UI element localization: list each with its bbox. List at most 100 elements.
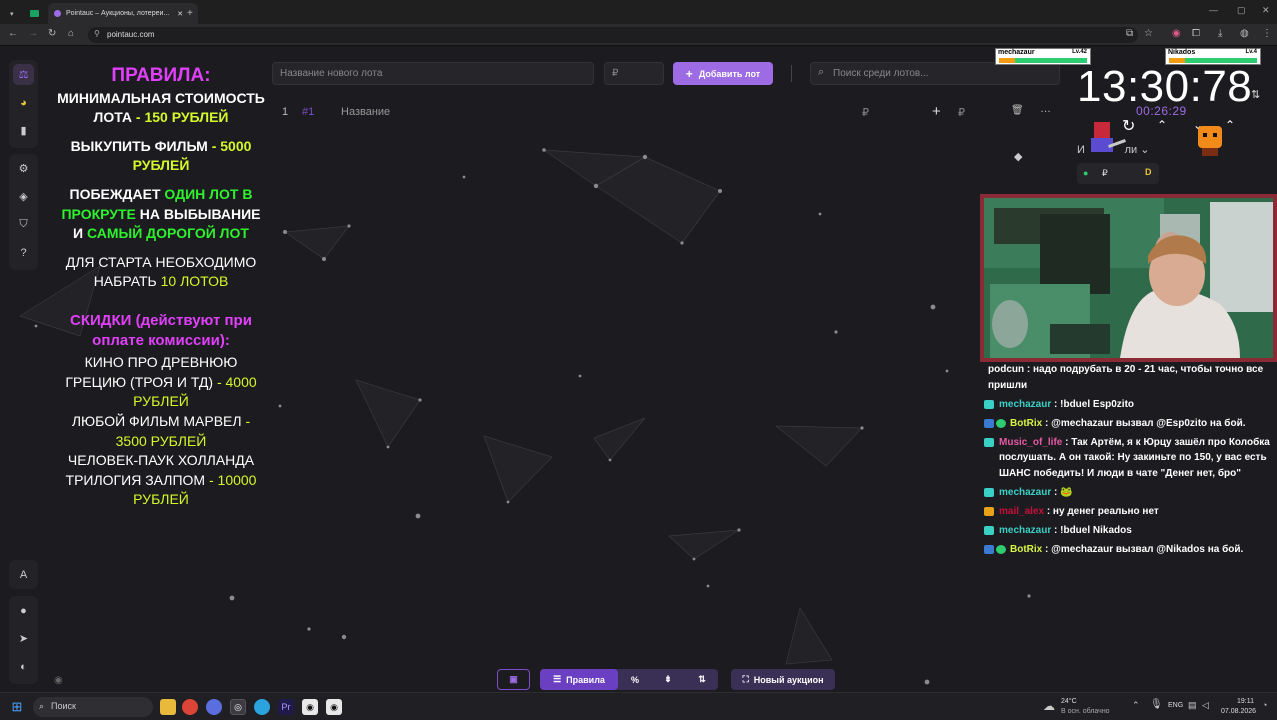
tab-active[interactable]: Pointauc – Аукционы, лотереи... ✕	[48, 3, 198, 24]
telegram-app-icon[interactable]	[254, 699, 270, 715]
sidebar-item-help[interactable]: ?	[13, 242, 34, 263]
tab-inactive[interactable]	[24, 3, 45, 24]
sidebar-item-stats[interactable]: ▮	[13, 120, 34, 141]
tab-favicon-icon	[30, 10, 39, 17]
save-button[interactable]: ▣	[497, 669, 530, 690]
app-icon[interactable]	[206, 699, 222, 715]
sidebar-group-social: ● ➤ ◐	[9, 596, 38, 684]
chat-message: mechazaur : !bduel Esp0zito	[984, 397, 1274, 413]
add-amount-input[interactable]: ₽	[958, 106, 965, 119]
back-icon[interactable]: ←	[8, 28, 18, 39]
forward-icon[interactable]: →	[28, 28, 38, 39]
sidebar-item-wheel[interactable]: ◕	[13, 92, 34, 113]
sidebar-item-telegram[interactable]: ➤	[13, 628, 34, 649]
rules-button[interactable]: ☰ Правила	[540, 669, 618, 690]
obs-second-icon[interactable]: ◉	[326, 699, 342, 715]
chevron-double-up-icon[interactable]: ⌃	[1225, 118, 1235, 132]
url-field[interactable]: ⚲ pointauc.com	[88, 27, 1138, 43]
search-lots-input[interactable]: ⌕ Поиск среди лотов...	[810, 62, 1060, 85]
language-indicator[interactable]: ENG	[1168, 702, 1183, 709]
weather-temp[interactable]: 24°C	[1061, 698, 1077, 705]
lot-row[interactable]: 1 #1 Название ₽ + ₽ 🗑 …	[272, 102, 1062, 122]
discount-greece-text: КИНО ПРО ДРЕВНЮЮ ГРЕЦИЮ (ТРОЯ И ТД)	[65, 354, 238, 390]
premiere-icon[interactable]: Pr	[278, 699, 294, 715]
split-button[interactable]: ⇟	[653, 669, 683, 690]
discount-spiderman: ЧЕЛОВЕК-ПАУК ХОЛЛАНДА ТРИЛОГИЯ ЗАЛПОМ - …	[55, 451, 267, 510]
lot-amount[interactable]: ₽	[862, 106, 869, 119]
translate-page-icon[interactable]: ⧉	[1126, 28, 1133, 39]
verified-badge-icon	[996, 418, 1006, 428]
discount-greece: КИНО ПРО ДРЕВНЮЮ ГРЕЦИЮ (ТРОЯ И ТД) - 40…	[55, 353, 267, 412]
sidebar-item-discord[interactable]: ◐	[13, 656, 34, 677]
profile-avatar[interactable]: ◍	[1240, 28, 1249, 39]
reload-icon[interactable]: ↻	[48, 28, 56, 39]
sidebar-item-github[interactable]: ●	[13, 600, 34, 621]
active-app-icon[interactable]: ◎	[230, 699, 246, 715]
percent-button[interactable]: %	[620, 669, 650, 690]
new-auction-button[interactable]: ⛶ Новый аукцион	[731, 669, 835, 690]
lot-index: 1	[282, 106, 289, 118]
sidebar-item-auction[interactable]: ⚖	[13, 64, 34, 85]
address-bar: ← → ↻ ⌂ ⚲ pointauc.com ⧉ ☆ ◉ ⧠ ⤓ ◍ ⋮	[0, 24, 1277, 46]
volume-icon[interactable]: ◁	[1202, 700, 1209, 711]
reset-icon[interactable]: ↻	[1122, 116, 1135, 136]
chevron-up-icon[interactable]: ⌃	[1157, 118, 1167, 132]
new-lot-input[interactable]: Название нового лота	[272, 62, 594, 85]
maximize-icon[interactable]: ▢	[1237, 5, 1246, 16]
sidebar-item-security[interactable]: ⛉	[13, 214, 34, 235]
lot-price-input[interactable]: ₽	[604, 62, 664, 85]
download-icon[interactable]: ⤓	[1218, 28, 1222, 39]
rule-min-price-value: - 150 РУБЛЕЙ	[135, 109, 229, 126]
add-amount-icon[interactable]: +	[932, 103, 941, 120]
swap-icon[interactable]: ⇅	[1251, 88, 1260, 101]
lot-name[interactable]: Название	[341, 106, 390, 118]
sidebar-item-language[interactable]: A	[13, 564, 34, 585]
discount-marvel-text: ЛЮБОЙ ФИЛЬМ МАРВЕЛ	[71, 412, 242, 429]
extension-icon[interactable]: ◉	[1172, 28, 1181, 39]
file-explorer-icon[interactable]	[160, 699, 176, 715]
rule-buyout-text: ВЫКУПИТЬ ФИЛЬМ	[70, 137, 208, 154]
visibility-eye-icon[interactable]: ◉	[54, 675, 63, 686]
notification-bell-icon[interactable]: ◔	[1262, 700, 1267, 710]
home-icon[interactable]: ⌂	[68, 28, 74, 39]
search-icon: ⌕	[818, 66, 825, 78]
status-dot-icon: ●	[1083, 168, 1089, 178]
elapsed-timer: 00:26:29	[1136, 104, 1187, 118]
extensions-puzzle-icon[interactable]: ⧠	[1192, 28, 1200, 39]
bookmark-star-icon[interactable]: ☆	[1144, 28, 1153, 39]
add-lot-button[interactable]: + Добавить лот	[673, 62, 773, 85]
close-window-icon[interactable]: ✕	[1262, 5, 1270, 16]
webcam-frame-image	[984, 198, 1273, 358]
tray-chevron-icon[interactable]: ⌃	[1132, 700, 1140, 711]
rule-winner: ПОБЕЖДАЕТ ОДИН ЛОТ В ПРОКРУТЕ НА ВЫБЫВАН…	[55, 185, 267, 244]
chat-nick: mechazaur	[999, 524, 1052, 536]
pie-chart-icon: ◕	[20, 96, 27, 109]
network-icon[interactable]: ▤	[1188, 700, 1197, 711]
new-tab-button[interactable]: +	[181, 3, 199, 24]
microphone-icon[interactable]: 🎙	[1150, 699, 1163, 710]
sidebar-item-integrations[interactable]: ◈	[13, 186, 34, 207]
sort-button[interactable]: ⇅	[687, 669, 717, 690]
browser-menu-icon[interactable]: ⋮	[1262, 28, 1272, 39]
more-icon[interactable]: …	[1040, 103, 1051, 115]
github-icon: ●	[20, 604, 27, 617]
player-one-hp-label	[999, 58, 1015, 63]
taskbar-time[interactable]: 19:11	[1228, 698, 1254, 705]
chat-message: mechazaur : 🐸	[984, 485, 1274, 501]
chrome-icon[interactable]	[182, 699, 198, 715]
d-badge: D	[1145, 167, 1152, 177]
sidebar-group-settings: ⚙ ◈ ⛉ ?	[9, 154, 38, 270]
site-info-icon[interactable]: ⚲	[94, 29, 100, 38]
chat-message-text: : !bduel Nikados	[1051, 524, 1132, 536]
divider	[791, 65, 792, 82]
tab-list-button[interactable]: ▾	[4, 3, 20, 24]
translate-icon: A	[19, 568, 28, 581]
sidebar-item-settings[interactable]: ⚙	[13, 158, 34, 179]
obs-icon[interactable]: ◉	[302, 699, 318, 715]
rule-buyout: ВЫКУПИТЬ ФИЛЬМ - 5000 РУБЛЕЙ	[55, 137, 267, 176]
windows-start-icon[interactable]: ⊞	[9, 699, 25, 715]
taskbar-search[interactable]: ⌕ Поиск	[33, 697, 153, 717]
minimize-icon[interactable]: —	[1209, 5, 1218, 15]
delete-icon[interactable]: 🗑	[1011, 105, 1024, 116]
windows-taskbar: ⊞ ⌕ Поиск ◎ Pr ◉ ◉ ☁ 24°C В осн. облачно…	[0, 692, 1277, 720]
